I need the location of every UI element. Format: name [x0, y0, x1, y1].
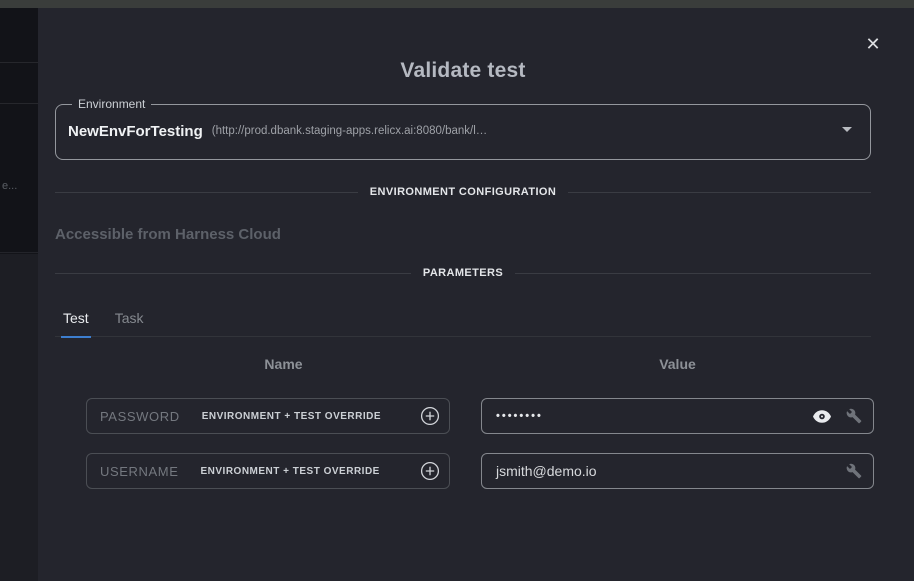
password-value[interactable]: ••••••••	[496, 410, 543, 422]
chevron-down-icon[interactable]	[842, 127, 852, 132]
divider-line	[515, 273, 871, 274]
background-sidebar-top	[0, 8, 38, 253]
environment-selected-option[interactable]: NewEnvForTesting (http://prod.dbank.stag…	[68, 111, 858, 151]
divider-line	[568, 192, 871, 193]
plus-circle-icon	[420, 461, 440, 481]
add-override-button[interactable]	[420, 406, 440, 426]
harness-cloud-note: Accessible from Harness Cloud	[55, 226, 281, 243]
param-name-label: PASSWORD	[100, 409, 180, 424]
plus-circle-icon	[420, 406, 440, 426]
param-name-username: USERNAME ENVIRONMENT + TEST OVERRIDE	[86, 453, 450, 489]
add-override-button[interactable]	[420, 461, 440, 481]
param-name-password: PASSWORD ENVIRONMENT + TEST OVERRIDE	[86, 398, 450, 434]
background-partial-text: e...	[2, 180, 17, 192]
parameter-tabs: Test Task	[55, 301, 871, 337]
background-sidebar-bottom	[0, 254, 38, 581]
param-override-badge: ENVIRONMENT + TEST OVERRIDE	[200, 466, 379, 477]
modal-title: Validate test	[55, 59, 871, 83]
param-value-username[interactable]: jsmith@demo.io	[481, 453, 874, 489]
value-column-header: Value	[481, 356, 874, 372]
name-column-header: Name	[86, 356, 481, 372]
param-value-password[interactable]: ••••••••	[481, 398, 874, 434]
environment-configuration-divider: ENVIRONMENT CONFIGURATION	[55, 186, 871, 198]
validate-test-modal: ✕ Validate test Environment NewEnvForTes…	[38, 8, 914, 581]
tab-test[interactable]: Test	[61, 301, 91, 338]
username-value[interactable]: jsmith@demo.io	[496, 463, 597, 479]
top-chrome-bar	[0, 0, 914, 8]
environment-name: NewEnvForTesting	[68, 123, 203, 140]
environment-select-label: Environment	[72, 97, 151, 111]
show-password-eye-icon[interactable]	[813, 410, 831, 423]
param-override-badge: ENVIRONMENT + TEST OVERRIDE	[202, 411, 381, 422]
environment-select[interactable]: Environment NewEnvForTesting (http://pro…	[55, 97, 871, 160]
param-name-label: USERNAME	[100, 464, 178, 479]
background-divider	[0, 62, 38, 63]
wrench-icon[interactable]	[846, 463, 862, 479]
dimmed-background-panel: e...	[0, 8, 38, 581]
tab-task[interactable]: Task	[113, 301, 146, 336]
background-divider	[0, 103, 38, 104]
environment-configuration-heading: ENVIRONMENT CONFIGURATION	[370, 186, 556, 198]
wrench-icon[interactable]	[846, 408, 862, 424]
divider-line	[55, 192, 358, 193]
modal-content: Validate test Environment NewEnvForTesti…	[55, 8, 871, 581]
parameters-heading: PARAMETERS	[423, 267, 503, 279]
divider-line	[55, 273, 411, 274]
environment-url: (http://prod.dbank.staging-apps.relicx.a…	[212, 125, 488, 137]
parameters-divider: PARAMETERS	[55, 267, 871, 279]
